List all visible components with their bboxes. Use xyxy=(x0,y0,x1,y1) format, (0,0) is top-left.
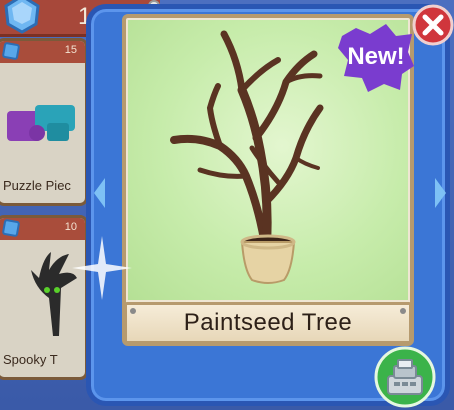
gem-icon xyxy=(4,0,40,34)
item-name-plate: Paintseed Tree xyxy=(124,302,412,344)
close-button[interactable] xyxy=(412,4,454,46)
buy-button[interactable] xyxy=(372,346,438,408)
gem-icon xyxy=(1,41,21,61)
new-badge-text: New! xyxy=(347,43,404,70)
sparkle-icon xyxy=(72,236,132,300)
item-name: Paintseed Tree xyxy=(183,309,353,336)
item-price: 15 xyxy=(64,44,77,56)
shop-item-card[interactable]: 15 Puzzle Piec xyxy=(0,38,88,206)
item-label: Puzzle Piec xyxy=(3,178,71,193)
rivet xyxy=(400,308,406,314)
chevron-left-icon[interactable] xyxy=(92,176,106,210)
puzzle-piece-image xyxy=(7,105,75,141)
new-badge: New! xyxy=(338,24,414,92)
item-price: 10 xyxy=(64,221,77,233)
chevron-right-icon[interactable] xyxy=(434,176,448,210)
item-label: Spooky T xyxy=(3,352,58,367)
rivet xyxy=(130,308,136,314)
gem-icon xyxy=(1,218,21,238)
